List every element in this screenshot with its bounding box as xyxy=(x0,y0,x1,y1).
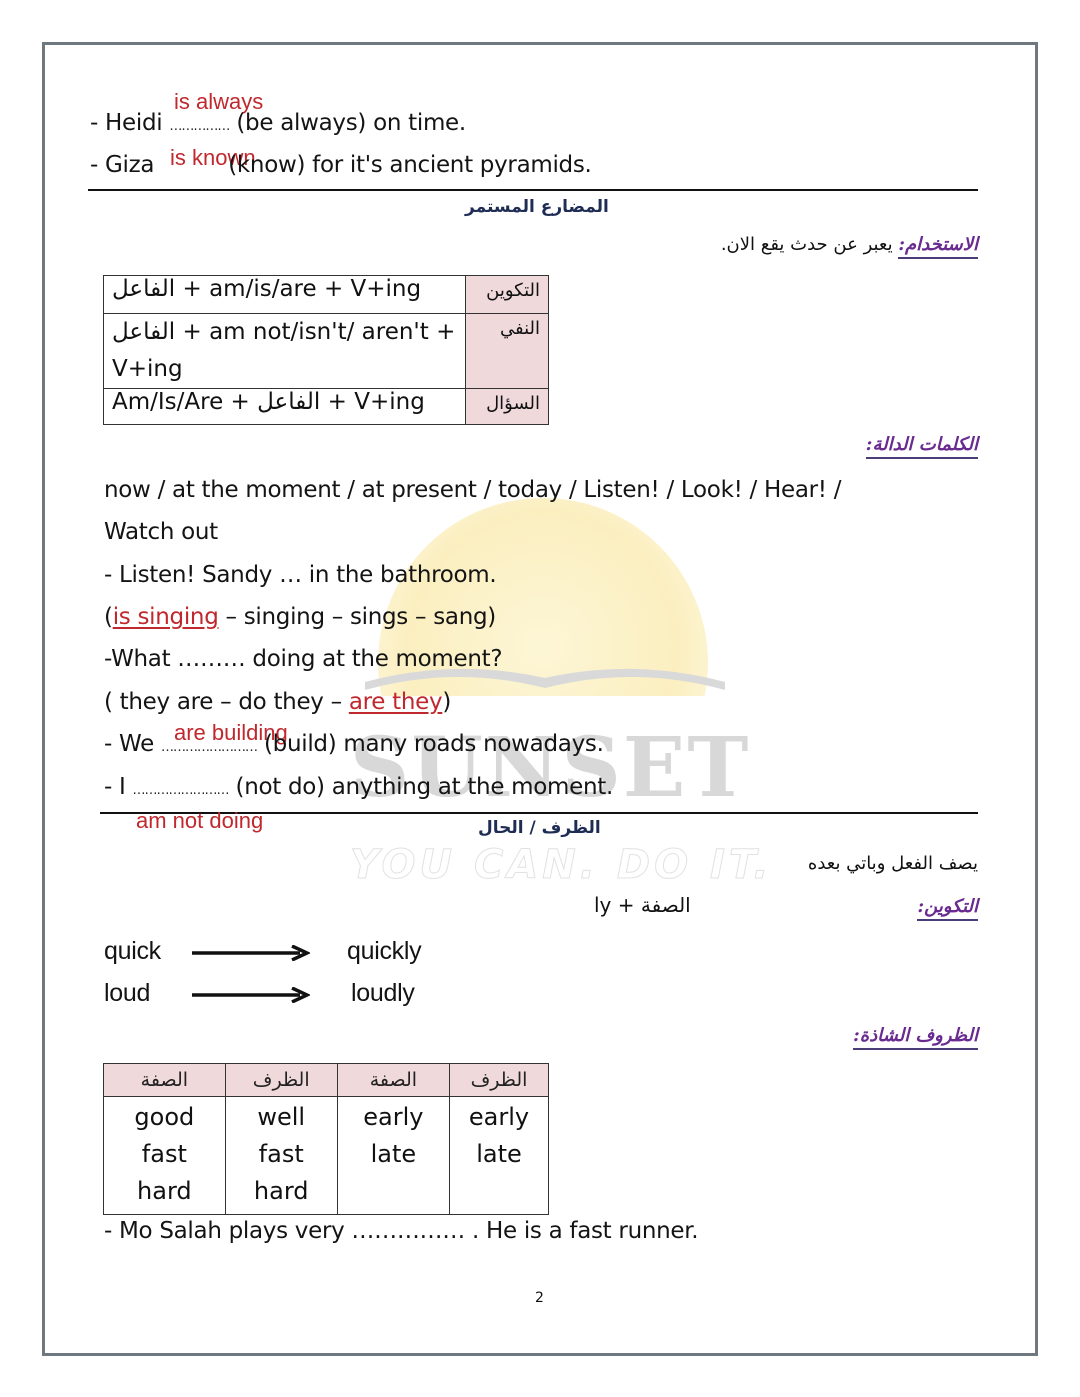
example-question-2: -What ……… doing at the moment? xyxy=(104,646,503,672)
column-header: الصفة xyxy=(103,1063,226,1097)
usage-text: يعبر عن حدث يقع الان. xyxy=(720,234,893,255)
keywords-line-1: now / at the moment / at present / today… xyxy=(104,477,842,503)
answer-blank: …………………… xyxy=(132,783,230,798)
pair-from: loud xyxy=(104,979,151,1007)
label-cell: السؤال xyxy=(464,388,550,425)
section-title-present-continuous: المضارع المستمر xyxy=(465,197,609,217)
table-cell: early late xyxy=(448,1096,550,1215)
table-cell: good fast hard xyxy=(103,1096,226,1215)
example-prefix: - Heidi xyxy=(90,110,163,136)
answer-i: am not doing xyxy=(136,808,264,833)
table-cell: early late xyxy=(336,1096,450,1215)
pair-to: loudly xyxy=(351,979,415,1007)
table-row: الفاعل + am not/isn't/ aren't + V+ing ال… xyxy=(103,313,550,389)
watermark-slogan: YOU CAN. DO IT. xyxy=(350,842,773,889)
table-cell: well fast hard xyxy=(224,1096,338,1215)
example-i: - I …………………… (not do) anything at the mo… xyxy=(104,774,613,800)
usage-label: الاستخدام: xyxy=(898,234,978,259)
correct-option: is singing xyxy=(112,604,219,630)
example-we: - We …………………… (build) many roads nowaday… xyxy=(104,731,604,757)
table-header-row: الصفة الظرف الصفة الظرف xyxy=(103,1063,550,1097)
example-suffix: (not do) anything at the moment. xyxy=(235,774,614,800)
label-cell: التكوين xyxy=(464,275,550,314)
column-header: الظرف xyxy=(224,1063,338,1097)
pair-to: quickly xyxy=(347,937,422,965)
correct-option: are they xyxy=(348,689,443,715)
cell-word: late xyxy=(370,1140,417,1168)
cell-word: fast xyxy=(258,1140,304,1168)
formula-cell: الفاعل + am/is/are + V+ing xyxy=(103,275,466,314)
example-prefix: - I xyxy=(104,774,126,800)
formula-cell: Am/Is/Are + الفاعل + V+ing xyxy=(103,388,466,425)
column-header: الظرف xyxy=(448,1063,550,1097)
cell-word: well xyxy=(257,1103,306,1131)
section-title-adverbs: الظرف / الحال xyxy=(478,818,601,838)
example-prefix: - Giza xyxy=(90,152,155,178)
label-cell: النفي xyxy=(464,313,550,389)
answer-blank: …………………… xyxy=(160,740,258,755)
column-header: الصفة xyxy=(336,1063,450,1097)
example-suffix: (know) for it's ancient pyramids. xyxy=(228,152,592,178)
keywords-line-2: Watch out xyxy=(104,519,218,545)
keywords-label: الكلمات الدالة: xyxy=(865,434,978,459)
answer-blank: …………… xyxy=(169,119,230,134)
cell-word: fast xyxy=(141,1140,187,1168)
pair-from: quick xyxy=(104,937,161,965)
section-divider xyxy=(88,189,978,191)
table-row: Am/Is/Are + الفاعل + V+ing السؤال xyxy=(103,388,550,425)
option-open: ( xyxy=(104,604,113,630)
example-suffix: (build) many roads nowadays. xyxy=(264,731,604,757)
usage-row: الاستخدام: يعبر عن حدث يقع الان. xyxy=(720,234,978,259)
option-close: ) xyxy=(442,689,451,715)
cell-word: early xyxy=(363,1103,424,1131)
page-number: 2 xyxy=(535,1290,544,1306)
cell-word: hard xyxy=(253,1177,309,1205)
formation-text: الصفة + ly xyxy=(594,893,691,917)
cell-word: late xyxy=(476,1140,522,1168)
arrow-right-icon xyxy=(192,945,310,961)
final-example: - Mo Salah plays very …………… . He is a fa… xyxy=(104,1218,699,1244)
irregular-label: الظروف الشاذة: xyxy=(853,1025,978,1050)
formation-label: التكوين: xyxy=(917,896,978,921)
example-options-1: (is singing – singing – sings – sang) xyxy=(104,604,496,630)
example-suffix: (be always) on time. xyxy=(236,110,466,136)
example-question-1: - Listen! Sandy … in the bathroom. xyxy=(104,562,497,588)
cell-word: good xyxy=(134,1103,195,1131)
cell-word: hard xyxy=(137,1177,192,1205)
other-options: ( they are – do they – xyxy=(104,689,349,715)
formula-cell: الفاعل + am not/isn't/ aren't + V+ing xyxy=(103,313,466,389)
irregular-adverbs-table: الصفة الظرف الصفة الظرف good fast hard w… xyxy=(103,1063,550,1215)
table-row: good fast hard well fast hard early late… xyxy=(103,1096,550,1215)
example-options-2: ( they are – do they – are they) xyxy=(104,689,451,715)
cell-word: early xyxy=(468,1103,530,1131)
arrow-right-icon xyxy=(192,987,310,1003)
example-heidi: - Heidi …………… (be always) on time. xyxy=(90,110,466,136)
table-row: الفاعل + am/is/are + V+ing التكوين xyxy=(103,275,550,314)
example-giza: - Giza …………… (know) for it's ancient pyr… xyxy=(90,152,592,178)
adverb-description: يصف الفعل وباتي بعده xyxy=(807,853,978,874)
formation-table: الفاعل + am/is/are + V+ing التكوين الفاع… xyxy=(103,275,550,425)
example-prefix: - We xyxy=(104,731,154,757)
other-options: – singing – sings – sang) xyxy=(218,604,497,630)
